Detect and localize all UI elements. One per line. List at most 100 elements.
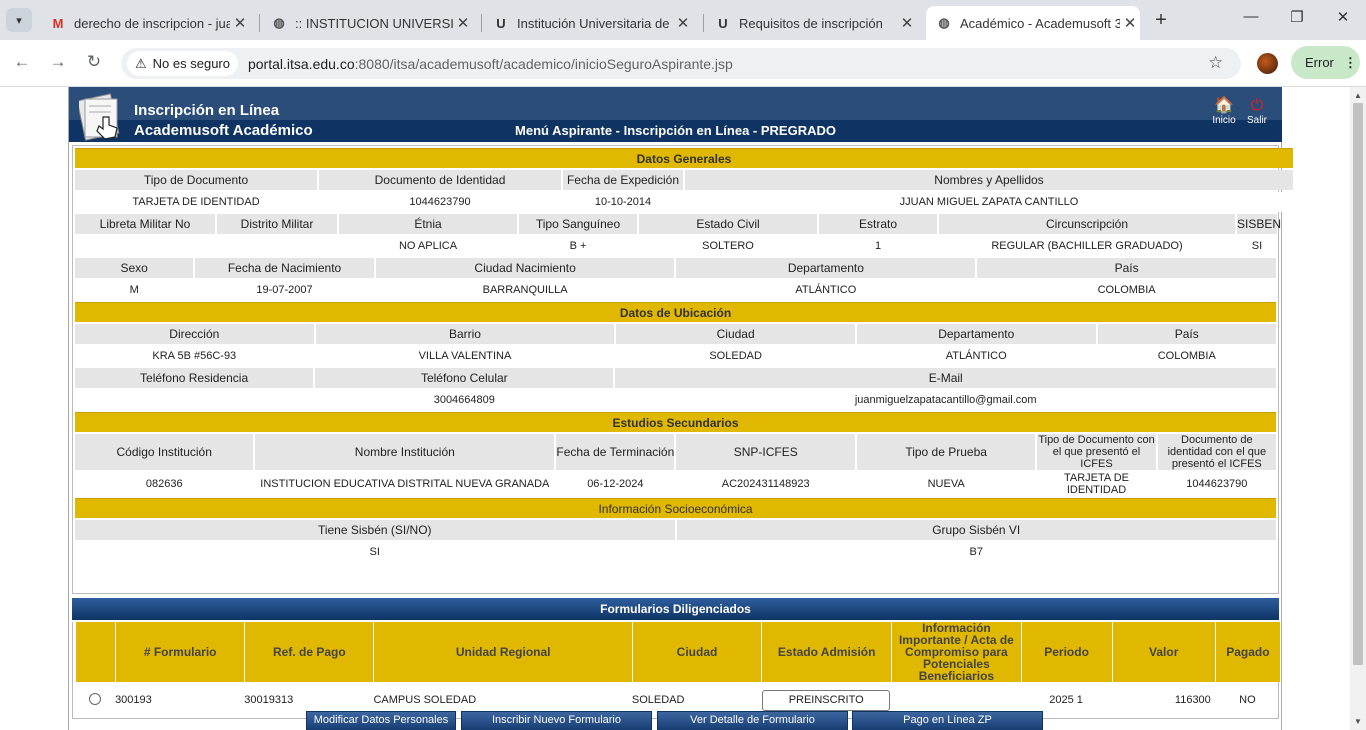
header-cell: Pagado: [1214, 622, 1280, 682]
value-cell: juanmiguelzapatacantillo@gmail.com: [615, 390, 1276, 410]
home-button[interactable]: 🏠 Inicio: [1209, 97, 1239, 126]
header-cell: Departamento: [676, 258, 976, 278]
value-cell: INSTITUCION EDUCATIVA DISTRITAL NUEVA GR…: [255, 472, 555, 496]
header-cell: Sexo: [75, 258, 194, 278]
value-cell: TARJETA DE IDENTIDAD: [1037, 472, 1156, 496]
value-cell: SOLTERO: [639, 236, 817, 256]
app-header: Inscripción en Línea Academusoft Académi…: [69, 87, 1282, 142]
header-cell: Ciudad: [631, 622, 762, 682]
value-cell: 1044623790: [319, 192, 561, 212]
header-cell: Distrito Militar: [217, 214, 337, 234]
nav-bar: ← → ↻ ⚠ No es seguro portal.itsa.edu.co:…: [0, 40, 1366, 87]
exit-button[interactable]: ⏻ Salir: [1242, 97, 1272, 126]
value-cell: COLOMBIA: [1097, 346, 1276, 366]
value-cell: 06-12-2024: [556, 472, 675, 496]
applicant-data-table: Datos Generales Tipo de Documento Docume…: [73, 146, 1295, 214]
address-bar[interactable]: ⚠ No es seguro portal.itsa.edu.co:8080/i…: [121, 48, 1241, 79]
value-cell: 10-10-2014: [563, 192, 683, 212]
value-cell: 082636: [75, 472, 254, 496]
close-icon[interactable]: ✕: [673, 14, 693, 32]
scroll-up-icon[interactable]: ▲: [1354, 91, 1362, 100]
value-cell: SI: [1237, 236, 1277, 256]
not-secure-label: No es seguro: [152, 56, 230, 71]
browser-chrome: ▾ M derecho de inscripcion - juan ✕ ◍ ::…: [0, 0, 1366, 87]
header-cell: Teléfono Residencia: [75, 368, 314, 388]
url-host: portal.itsa.edu.co: [247, 55, 355, 72]
tab-bar: ▾ M derecho de inscripcion - juan ✕ ◍ ::…: [0, 0, 1366, 40]
section-datos-generales: Datos Generales: [75, 148, 1293, 168]
tab-search-button[interactable]: ▾: [6, 8, 32, 32]
value-cell: NUEVA: [856, 472, 1036, 496]
value-cell: COLOMBIA: [977, 280, 1276, 300]
header-cell: Tipo de Documento: [75, 170, 317, 190]
window-close-icon[interactable]: ✕: [1328, 8, 1358, 26]
reload-icon[interactable]: ↻: [83, 52, 105, 72]
modify-personal-data-button[interactable]: Modificar Datos Personales: [306, 711, 456, 730]
tab-gmail[interactable]: M derecho de inscripcion - juan ✕: [40, 6, 250, 40]
url-text[interactable]: portal.itsa.edu.co:8080/itsa/academusoft…: [248, 56, 733, 72]
tab-requisitos[interactable]: U Requisitos de inscripción ✕: [705, 6, 917, 40]
header-cell: Estado Civil: [639, 214, 817, 234]
error-button[interactable]: Error ⋮: [1291, 46, 1360, 79]
close-icon[interactable]: ✕: [230, 14, 250, 32]
scrollbar[interactable]: ▲ ▼: [1350, 87, 1366, 730]
tab-label: derecho de inscripcion - juan: [74, 15, 230, 31]
forward-icon[interactable]: →: [47, 52, 69, 72]
tab-academico[interactable]: ◍ Académico - Academusoft 3 ✕: [926, 6, 1140, 40]
header-cell: Código Institución: [75, 434, 254, 470]
back-icon[interactable]: ←: [11, 52, 33, 72]
power-icon: ⏻: [1250, 97, 1264, 114]
tab-institucion[interactable]: ◍ :: INSTITUCION UNIVERSITARIA ✕: [261, 6, 473, 40]
header-cell: Estrato: [819, 214, 937, 234]
header-cell: Documento de identidad con el que presen…: [1157, 434, 1276, 470]
new-form-button[interactable]: Inscribir Nuevo Formulario: [461, 711, 652, 730]
chevron-down-icon: ▾: [16, 14, 22, 27]
header-cell: Nombres y Apellidos: [685, 170, 1293, 190]
online-payment-button[interactable]: Pago en Línea ZP: [852, 711, 1043, 730]
close-icon[interactable]: ✕: [1120, 14, 1140, 32]
header-cell: Libreta Militar No: [75, 214, 215, 234]
select-form-radio[interactable]: [89, 692, 102, 705]
header-cell: País: [1097, 324, 1276, 344]
header-cell: Tipo de Prueba: [856, 434, 1036, 470]
value-cell: [217, 236, 337, 256]
minimize-icon[interactable]: —: [1236, 8, 1266, 25]
value-cell: B +: [519, 236, 637, 256]
scrollbar-thumb[interactable]: [1353, 103, 1363, 665]
header-cell: Étnia: [339, 214, 517, 234]
maximize-icon[interactable]: ❐: [1282, 8, 1312, 26]
header-cell: SNP-ICFES: [676, 434, 855, 470]
home-label: Inicio: [1212, 115, 1236, 126]
header-cell: SISBEN: [1237, 214, 1281, 234]
value-cell: B7: [676, 542, 1276, 562]
itsa-icon: U: [496, 15, 506, 31]
new-tab-icon[interactable]: +: [1150, 9, 1172, 32]
tab-label: Institución Universitaria de B: [517, 15, 673, 31]
header-cell: Barrio: [315, 324, 615, 344]
app-frame: Inscripción en Línea Academusoft Académi…: [68, 87, 1293, 730]
header-cell: Fecha de Nacimiento: [195, 258, 374, 278]
applicant-data-table-3: Sexo Fecha de Nacimiento Ciudad Nacimien…: [73, 256, 1278, 324]
value-cell: NO APLICA: [339, 236, 517, 256]
header-cell: Grupo Sisbén VI: [676, 520, 1276, 540]
close-icon[interactable]: ✕: [453, 14, 473, 32]
scroll-down-icon[interactable]: ▼: [1354, 717, 1362, 726]
form-detail-button[interactable]: Ver Detalle de Formulario: [657, 711, 848, 730]
not-secure-chip[interactable]: ⚠ No es seguro: [127, 51, 238, 76]
admission-status[interactable]: PREINSCRITO: [762, 689, 891, 711]
header-cell: Tipo de Documento con el que presentó el…: [1037, 434, 1156, 470]
header-cell: Ciudad: [616, 324, 855, 344]
warning-icon: ⚠: [135, 55, 147, 71]
avatar[interactable]: [1257, 53, 1278, 74]
close-icon[interactable]: ✕: [897, 14, 917, 32]
forms-section: Formularios Diligenciados # Formulario R…: [72, 598, 1280, 719]
error-label: Error: [1305, 55, 1334, 70]
tab-itsa[interactable]: U Institución Universitaria de B ✕: [483, 6, 693, 40]
header-cell: Unidad Regional: [373, 622, 632, 682]
page-viewport: Inscripción en Línea Academusoft Académi…: [0, 87, 1366, 730]
header-cell: País: [977, 258, 1276, 278]
value-cell: AC202431148923: [676, 472, 855, 496]
value-cell: 1: [819, 236, 937, 256]
bookmark-star-icon[interactable]: ☆: [1208, 53, 1223, 73]
header-cell: # Formulario: [115, 622, 245, 682]
